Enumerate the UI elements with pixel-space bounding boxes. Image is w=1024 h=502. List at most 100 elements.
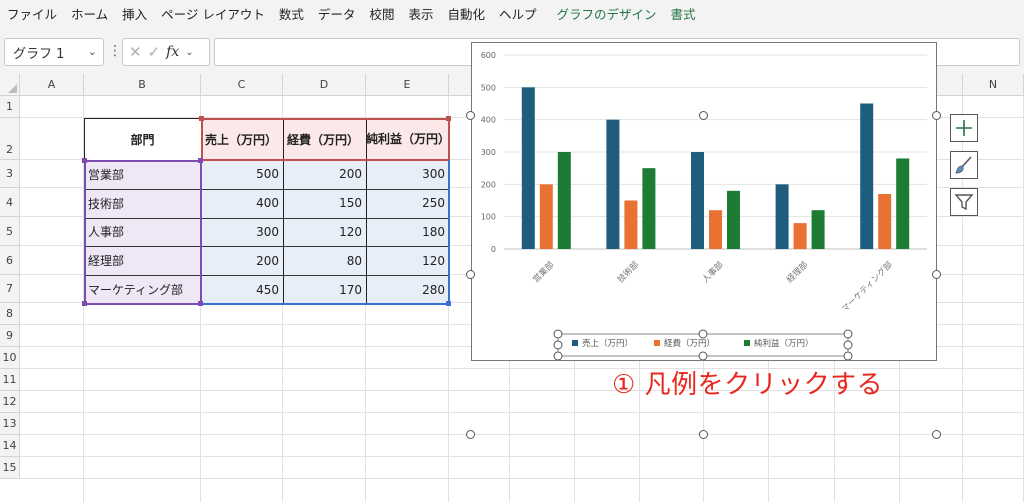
- row-header[interactable]: 8: [0, 303, 20, 325]
- select-all-corner[interactable]: [0, 74, 20, 96]
- table-cell[interactable]: 技術部: [84, 188, 201, 218]
- row-header[interactable]: 15: [0, 457, 20, 479]
- table-cell[interactable]: 400: [201, 188, 283, 218]
- ribbon-tab[interactable]: 校閲: [362, 0, 401, 30]
- legend-handle: [698, 329, 708, 339]
- table-cell[interactable]: 500: [201, 160, 283, 189]
- range-handle[interactable]: [82, 158, 87, 163]
- chevron-down-icon[interactable]: ⌄: [88, 45, 97, 58]
- table-cell[interactable]: 人事部: [84, 217, 201, 247]
- chart-resize-handle[interactable]: [466, 111, 475, 120]
- table-cell[interactable]: 純利益（万円）: [366, 118, 450, 160]
- row-header[interactable]: 11: [0, 369, 20, 391]
- bar: [878, 194, 892, 249]
- table-cell[interactable]: 180: [366, 217, 449, 247]
- ribbon-tab[interactable]: ホーム: [64, 0, 115, 30]
- chart-styles-button[interactable]: [950, 151, 978, 179]
- column-header[interactable]: B: [84, 74, 201, 96]
- chart-resize-handle[interactable]: [466, 270, 475, 279]
- row-header[interactable]: 14: [0, 435, 20, 457]
- ribbon-tab[interactable]: ヘルプ: [492, 0, 544, 30]
- chart-resize-handle[interactable]: [932, 111, 941, 120]
- table-cell[interactable]: 80: [283, 246, 366, 276]
- table-cell[interactable]: 経理部: [84, 246, 201, 276]
- ribbon-tab[interactable]: データ: [311, 0, 363, 30]
- table-cell[interactable]: 300: [201, 217, 283, 247]
- bar: [709, 210, 722, 249]
- range-handle[interactable]: [199, 116, 204, 121]
- ribbon-tab[interactable]: ファイル: [0, 0, 64, 30]
- chart-resize-handle[interactable]: [932, 430, 941, 439]
- bar: [775, 184, 789, 249]
- column-header[interactable]: D: [283, 74, 366, 96]
- bar-chart: 0 100 200 300 400 500 600 営業部 技術部 人事部 経理部 マーケティング部売…: [481, 51, 927, 361]
- ribbon-tab[interactable]: 数式: [272, 0, 311, 30]
- chart-resize-handle[interactable]: [466, 430, 475, 439]
- filter-icon: [954, 194, 974, 211]
- ribbon-tab[interactable]: 自動化: [440, 0, 492, 30]
- gridline: [20, 456, 1024, 457]
- row-header[interactable]: 4: [0, 188, 20, 217]
- table-cell[interactable]: 営業部: [84, 160, 201, 189]
- ribbon-context-tab[interactable]: 書式: [664, 0, 703, 30]
- bar: [811, 210, 825, 249]
- table-cell[interactable]: 250: [366, 188, 449, 218]
- table-cell[interactable]: 120: [366, 246, 449, 276]
- table-cell[interactable]: 150: [283, 188, 366, 218]
- check-icon[interactable]: ✓: [148, 43, 161, 61]
- row-header[interactable]: 5: [0, 217, 20, 246]
- ribbon-tab[interactable]: 挿入: [115, 0, 154, 30]
- table-cell[interactable]: マーケティング部: [84, 275, 201, 304]
- column-header[interactable]: A: [20, 74, 84, 96]
- table-cell[interactable]: 280: [366, 275, 449, 304]
- table-cell[interactable]: 売上（万円）: [201, 118, 283, 160]
- row-header[interactable]: 2: [0, 118, 20, 160]
- range-handle[interactable]: [446, 301, 451, 306]
- legend-handle: [843, 351, 853, 361]
- row-header[interactable]: 10: [0, 347, 20, 369]
- range-handle[interactable]: [82, 301, 87, 306]
- bar: [539, 184, 553, 249]
- table-cell[interactable]: 450: [201, 275, 283, 304]
- y-tick-label: 300: [481, 148, 496, 157]
- gridline: [20, 434, 1024, 435]
- table-cell[interactable]: 200: [201, 246, 283, 276]
- more-vertical-icon[interactable]: ⋮: [108, 43, 122, 59]
- column-header[interactable]: C: [201, 74, 283, 96]
- chart-resize-handle[interactable]: [699, 111, 708, 120]
- name-box[interactable]: グラフ 1 ⌄: [4, 38, 104, 66]
- row-header[interactable]: 6: [0, 246, 20, 275]
- chevron-down-icon[interactable]: ⌄: [185, 47, 193, 58]
- table-cell[interactable]: 300: [366, 160, 449, 189]
- row-header[interactable]: 3: [0, 160, 20, 188]
- column-header[interactable]: N: [963, 74, 1024, 96]
- insert-function-icon[interactable]: fx: [166, 44, 179, 60]
- table-border: [448, 160, 450, 304]
- row-header[interactable]: 9: [0, 325, 20, 347]
- row-header[interactable]: 7: [0, 275, 20, 303]
- range-handle[interactable]: [198, 158, 203, 163]
- table-cell[interactable]: 200: [283, 160, 366, 189]
- ribbon-context-tab[interactable]: グラフのデザイン: [550, 0, 664, 30]
- range-handle[interactable]: [198, 301, 203, 306]
- table-border: [84, 188, 449, 190]
- chart-elements-button[interactable]: [950, 114, 978, 142]
- table-cell[interactable]: 部門: [84, 118, 201, 160]
- column-header[interactable]: E: [366, 74, 449, 96]
- row-header[interactable]: 13: [0, 413, 20, 435]
- chart-resize-handle[interactable]: [699, 430, 708, 439]
- table-border: [201, 303, 449, 305]
- row-header[interactable]: 12: [0, 391, 20, 413]
- x-icon[interactable]: ✕: [129, 43, 142, 61]
- row-header[interactable]: 1: [0, 96, 20, 118]
- table-cell[interactable]: 170: [283, 275, 366, 304]
- chart-filters-button[interactable]: [950, 188, 978, 216]
- chart-area[interactable]: 0 100 200 300 400 500 600 営業部 技術部 人事部 経理部 マーケティング部売…: [471, 42, 937, 361]
- bar: [793, 223, 807, 249]
- ribbon-tab[interactable]: 表示: [401, 0, 440, 30]
- table-cell[interactable]: 120: [283, 217, 366, 247]
- ribbon-tab[interactable]: ページ レイアウト: [154, 0, 272, 30]
- table-cell[interactable]: 経費（万円）: [283, 118, 366, 160]
- chart-resize-handle[interactable]: [932, 270, 941, 279]
- range-handle[interactable]: [446, 116, 451, 121]
